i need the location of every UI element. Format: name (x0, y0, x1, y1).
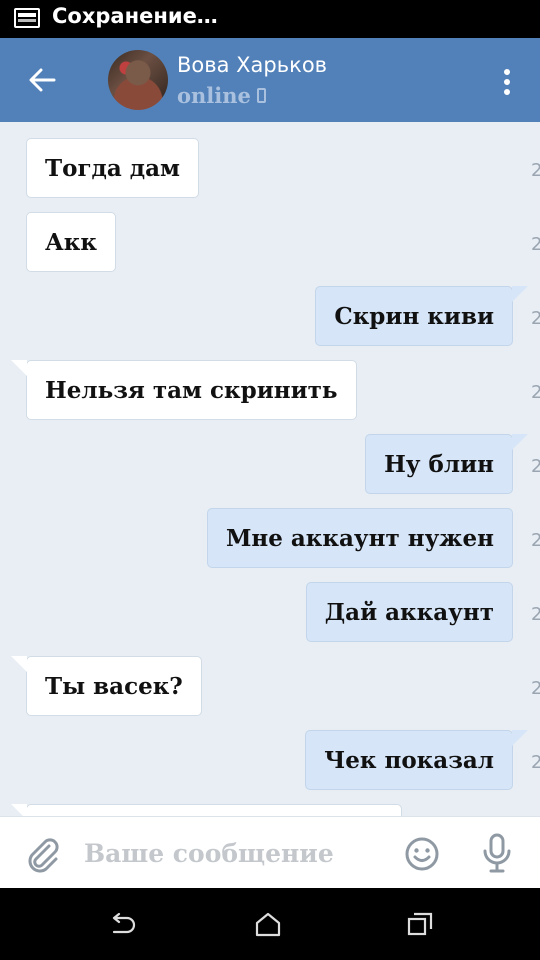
bubble-tail (512, 730, 528, 746)
message-time: 2 (531, 530, 540, 551)
message-bubble[interactable]: Чек показал (305, 730, 513, 790)
message-text: Нельзя там скринить (45, 376, 338, 404)
message-bubble[interactable]: Мне аккаунт нужен (206, 508, 513, 568)
message-time: 2 (531, 752, 540, 773)
contact-status: online (177, 83, 266, 108)
smiley-icon (405, 837, 439, 871)
message-bubble[interactable]: Акк (26, 212, 116, 272)
partial-message-bubble[interactable] (26, 804, 402, 816)
nav-recents-icon (407, 912, 433, 936)
bubble-tail (11, 804, 27, 816)
arrow-left-icon (29, 68, 56, 92)
message-time: 2 (531, 604, 540, 625)
more-vertical-icon (504, 69, 510, 75)
avatar[interactable] (108, 50, 168, 110)
chat-header: Вова Харьков online (0, 38, 540, 122)
message-time: 2 (531, 160, 540, 181)
message-composer (0, 816, 540, 888)
message-time: 2 (531, 678, 540, 699)
message-time: 2 (531, 382, 540, 403)
message-text: Мне аккаунт нужен (225, 524, 494, 552)
message-bubble[interactable]: Ну блин (365, 434, 513, 494)
nav-back-button[interactable] (102, 906, 142, 942)
back-button[interactable] (20, 60, 64, 100)
message-text: Акк (45, 228, 97, 256)
more-menu-button[interactable] (492, 62, 522, 102)
attach-button[interactable] (22, 833, 62, 873)
message-text: Ты васек? (45, 672, 183, 700)
status-bar: Сохранение… (0, 0, 540, 38)
nav-recents-button[interactable] (400, 906, 440, 942)
paperclip-icon (28, 838, 59, 873)
status-notification-text: Сохранение… (52, 4, 218, 28)
nav-back-icon (112, 912, 136, 934)
message-bubble[interactable]: Нельзя там скринить (26, 360, 357, 420)
bubble-tail (512, 434, 528, 450)
message-bubble[interactable]: Ты васек? (26, 656, 202, 716)
message-bubble[interactable]: Скрин киви (315, 286, 513, 346)
message-bubble[interactable]: Тогда дам (26, 138, 200, 198)
message-bubble[interactable]: Дай аккаунт (305, 582, 513, 642)
microphone-icon (483, 833, 511, 873)
bubble-tail (11, 656, 27, 672)
microphone-button[interactable] (480, 832, 514, 874)
nav-home-icon (255, 912, 281, 937)
message-time: 2 (531, 308, 540, 329)
message-text: Ну блин (384, 450, 494, 478)
contact-name[interactable]: Вова Харьков (177, 53, 327, 77)
bubble-tail (512, 286, 528, 302)
message-text: Скрин киви (334, 302, 494, 330)
screenshot-save-icon (14, 8, 40, 28)
message-input[interactable] (84, 831, 384, 875)
message-list[interactable]: Тогда дам 2 Акк 2 Скрин киви 2 Нельзя та… (0, 122, 540, 816)
nav-home-button[interactable] (248, 906, 288, 942)
emoji-button[interactable] (404, 836, 440, 872)
message-text: Тогда дам (45, 154, 181, 182)
message-text: Чек показал (324, 746, 494, 774)
message-time: 2 (531, 456, 540, 477)
message-time: 2 (531, 234, 540, 255)
message-text: Дай аккаунт (324, 598, 494, 626)
contact-status-text: online (177, 83, 251, 108)
mobile-phone-icon (256, 88, 266, 103)
system-nav-bar (0, 888, 540, 960)
bubble-tail (11, 360, 27, 376)
